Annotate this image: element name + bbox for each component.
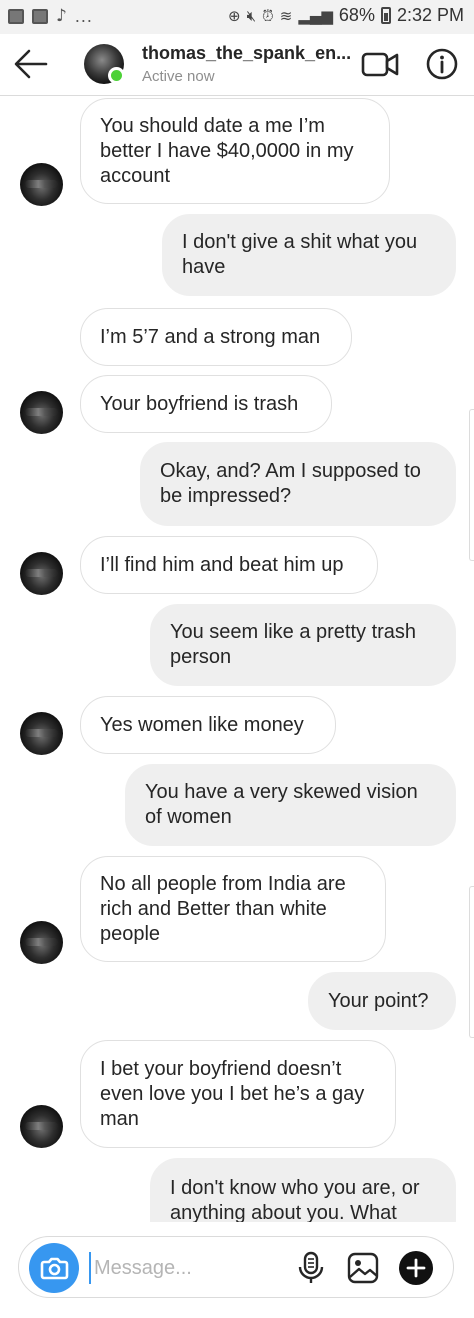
contact-username[interactable]: thomas_the_spank_en...	[142, 43, 351, 64]
more-notifications-indicator: ...	[74, 6, 93, 26]
camera-button[interactable]	[29, 1243, 79, 1293]
incoming-message[interactable]: I’ll find him and beat him up	[80, 536, 378, 594]
sender-avatar[interactable]	[20, 552, 63, 595]
camera-icon	[40, 1257, 69, 1280]
scroll-indicator	[469, 409, 474, 561]
incoming-message[interactable]: Yes women like money	[80, 696, 336, 754]
battery-percent: 68%	[338, 5, 375, 25]
signal-icon: ▂▄▆	[298, 6, 333, 25]
incoming-message[interactable]: You should date a me I’m better I have $…	[80, 98, 390, 204]
video-camera-icon[interactable]	[360, 48, 400, 80]
notification-icons: ♪ ...	[8, 7, 93, 25]
plus-icon	[406, 1258, 426, 1278]
microphone-icon[interactable]	[297, 1251, 325, 1285]
message-input[interactable]	[89, 1252, 279, 1284]
music-note-icon: ♪	[56, 6, 67, 26]
image-gallery-icon[interactable]	[347, 1252, 379, 1284]
alarm-icon: ⏰︎	[262, 6, 274, 25]
gallery-notification-icon	[8, 8, 24, 24]
sender-avatar[interactable]	[20, 921, 63, 964]
sender-avatar[interactable]	[20, 1105, 63, 1148]
sender-avatar[interactable]	[20, 163, 63, 206]
battery-icon	[380, 7, 391, 24]
chat-header: thomas_the_spank_en... Active now	[0, 34, 474, 96]
active-status: Active now	[142, 68, 215, 85]
scroll-indicator	[469, 886, 474, 1038]
incoming-message[interactable]: I’m 5’7 and a strong man	[80, 308, 352, 366]
sender-avatar[interactable]	[20, 712, 63, 755]
video-notification-icon	[32, 8, 48, 24]
sender-avatar[interactable]	[20, 391, 63, 434]
data-saver-icon: ⊕	[228, 6, 241, 25]
outgoing-message[interactable]: I don't know who you are, or anything ab…	[150, 1158, 456, 1222]
arrow-left-icon[interactable]	[14, 48, 48, 80]
outgoing-message[interactable]: You seem like a pretty trash person	[150, 604, 456, 686]
incoming-message[interactable]: No all people from India are rich and Be…	[80, 856, 386, 962]
plus-button[interactable]	[399, 1251, 433, 1285]
message-composer	[18, 1236, 454, 1298]
incoming-message[interactable]: I bet your boyfriend doesn’t even love y…	[80, 1040, 396, 1148]
wifi-icon: ≋	[279, 6, 293, 25]
outgoing-message[interactable]: I don't give a shit what you have	[162, 214, 456, 296]
outgoing-message[interactable]: You have a very skewed vision of women	[125, 764, 456, 846]
clock: 2:32 PM	[396, 5, 464, 25]
outgoing-message[interactable]: Your point?	[308, 972, 456, 1030]
online-indicator	[108, 67, 125, 84]
outgoing-message[interactable]: Okay, and? Am I supposed to be impressed…	[140, 442, 456, 526]
info-icon[interactable]	[425, 47, 459, 81]
incoming-message[interactable]: Your boyfriend is trash	[80, 375, 332, 433]
status-bar: ♪ ... ⊕ 🔇︎ ⏰︎ ≋ ▂▄▆ 68% 2:32 PM	[0, 0, 474, 34]
system-indicators: ⊕ 🔇︎ ⏰︎ ≋ ▂▄▆ 68% 2:32 PM	[228, 5, 464, 26]
mute-icon: 🔇︎	[246, 6, 257, 25]
message-thread[interactable]: You should date a me I’m better I have $…	[0, 96, 474, 1222]
